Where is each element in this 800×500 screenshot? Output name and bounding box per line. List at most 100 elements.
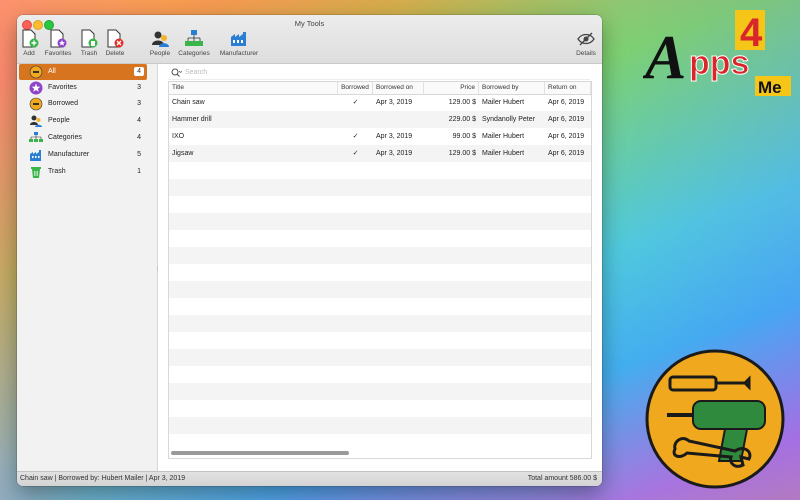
sidebar-item-label: All <box>48 68 56 75</box>
sidebar-item-label: Categories <box>48 134 82 141</box>
all-tools-icon <box>29 65 43 79</box>
cell-return-on: Apr 6, 2019 <box>548 133 585 140</box>
delete-document-icon <box>107 29 124 48</box>
sidebar-item-count: 4 <box>134 67 144 76</box>
table-row[interactable]: Hammer drill 229.00 $ Syndanolly Peter A… <box>169 111 591 128</box>
sidebar-item-all[interactable]: All 4 <box>19 64 147 80</box>
cell-borrowed-by: Mailer Hubert <box>482 150 525 157</box>
cell-borrowed-on: Apr 3, 2019 <box>376 150 413 157</box>
categories-icon <box>29 132 43 142</box>
favorite-document-icon <box>50 29 67 48</box>
empty-row <box>169 213 591 230</box>
app-window: My Tools Add Favorites Trash Delete Peop… <box>17 15 602 486</box>
cell-borrowed-check: ✓ <box>352 133 359 140</box>
favorites-label: Favorites <box>44 50 72 57</box>
details-button[interactable]: Details <box>573 28 599 57</box>
search-placeholder: Search <box>185 69 208 76</box>
cell-borrowed-on: Apr 3, 2019 <box>376 99 413 106</box>
sidebar-item-manufacturer[interactable]: Manufacturer 5 <box>19 147 147 163</box>
sidebar-item-count: 4 <box>137 117 141 124</box>
delete-button[interactable]: Delete <box>104 28 126 57</box>
sidebar-item-favorites[interactable]: Favorites 3 <box>19 80 147 96</box>
sidebar-item-count: 1 <box>137 168 141 175</box>
categories-icon <box>185 30 203 46</box>
add-button[interactable]: Add <box>20 28 39 57</box>
sidebar-item-categories[interactable]: Categories 4 <box>19 130 147 146</box>
logo-letter-a: A <box>643 24 686 92</box>
favorites-button[interactable]: Favorites <box>43 28 73 57</box>
apps4me-logo: 4 A pps Me <box>643 10 791 97</box>
cell-price: 229.00 $ <box>448 116 476 123</box>
empty-row <box>169 400 591 417</box>
trash-document-icon <box>81 29 98 48</box>
empty-row <box>169 247 591 264</box>
column-header-borrowed-by[interactable]: Borrowed by <box>479 82 545 94</box>
logo-pps: pps <box>689 44 749 82</box>
column-header-title[interactable]: Title <box>169 82 338 94</box>
sidebar-item-label: Favorites <box>48 84 77 91</box>
manufacturer-button[interactable]: Manufacturer <box>217 28 261 57</box>
sidebar-item-label: Manufacturer <box>48 151 90 158</box>
search-icon <box>171 68 182 77</box>
cell-price: 129.00 $ <box>448 150 476 157</box>
trash-label: Trash <box>80 50 98 57</box>
empty-row <box>169 315 591 332</box>
status-selection-info: Chain saw | Borrowed by: Hubert Mailer |… <box>20 475 186 482</box>
empty-row <box>169 349 591 366</box>
cell-title: Chain saw <box>172 99 205 106</box>
empty-row <box>169 281 591 298</box>
empty-row <box>169 434 591 451</box>
sidebar-item-label: People <box>48 117 70 124</box>
sidebar-item-people[interactable]: People 4 <box>19 113 147 129</box>
hide-eye-icon <box>577 32 595 46</box>
cell-title: Jigsaw <box>172 150 194 157</box>
people-icon <box>30 115 42 127</box>
cell-borrowed-check: ✓ <box>352 99 359 106</box>
people-label: People <box>149 50 171 57</box>
column-header-borrowed-on[interactable]: Borrowed on <box>373 82 424 94</box>
empty-row <box>169 366 591 383</box>
sidebar-item-count: 3 <box>137 84 141 91</box>
table-row[interactable]: Chain saw ✓ Apr 3, 2019 129.00 $ Mailer … <box>169 94 591 111</box>
manufacturer-label: Manufacturer <box>219 50 259 57</box>
window-title: My Tools <box>294 19 325 28</box>
empty-row <box>169 179 591 196</box>
categories-button[interactable]: Categories <box>177 28 211 57</box>
horizontal-scrollbar[interactable] <box>171 451 349 455</box>
sidebar-item-count: 4 <box>137 134 141 141</box>
cell-borrowed-on <box>373 111 424 128</box>
table-row[interactable]: Jigsaw ✓ Apr 3, 2019 129.00 $ Mailer Hub… <box>169 145 591 162</box>
sidebar-item-count: 3 <box>137 100 141 107</box>
main-content: Search Title Borrowed Borrowed on Price … <box>158 64 602 472</box>
people-icon <box>152 31 169 47</box>
status-total-amount: Total amount 586.00 $ <box>527 475 597 482</box>
trash-icon <box>31 167 41 178</box>
empty-row <box>169 383 591 400</box>
empty-row <box>169 230 591 247</box>
sidebar: All 4 Favorites 3 Borrowed 3 People 4 Ca… <box>17 64 158 472</box>
cell-return-on: Apr 6, 2019 <box>548 99 585 106</box>
column-header-price[interactable]: Price <box>424 82 479 94</box>
people-button[interactable]: People <box>147 28 173 57</box>
trash-button[interactable]: Trash <box>78 28 100 57</box>
sidebar-item-borrowed[interactable]: Borrowed 3 <box>19 96 147 112</box>
details-label: Details <box>576 50 596 57</box>
cell-return-on: Apr 6, 2019 <box>548 116 585 123</box>
column-header-return-on[interactable]: Return on <box>545 82 591 94</box>
table-row[interactable]: IXO ✓ Apr 3, 2019 99.00 $ Mailer Hubert … <box>169 128 591 145</box>
factory-icon <box>30 150 41 161</box>
cell-borrowed-on: Apr 3, 2019 <box>376 133 413 140</box>
column-header-borrowed[interactable]: Borrowed <box>338 82 373 94</box>
empty-row <box>169 332 591 349</box>
cell-title: Hammer drill <box>172 116 212 123</box>
add-label: Add <box>23 50 35 57</box>
sidebar-item-count: 5 <box>137 151 141 158</box>
sidebar-item-label: Trash <box>48 168 66 175</box>
empty-row <box>169 196 591 213</box>
search-field[interactable]: Search <box>168 68 590 80</box>
delete-label: Delete <box>105 50 125 57</box>
sidebar-item-trash[interactable]: Trash 1 <box>19 164 147 180</box>
cell-price: 99.00 $ <box>452 133 476 140</box>
categories-label: Categories <box>178 50 210 57</box>
empty-row <box>169 417 591 434</box>
